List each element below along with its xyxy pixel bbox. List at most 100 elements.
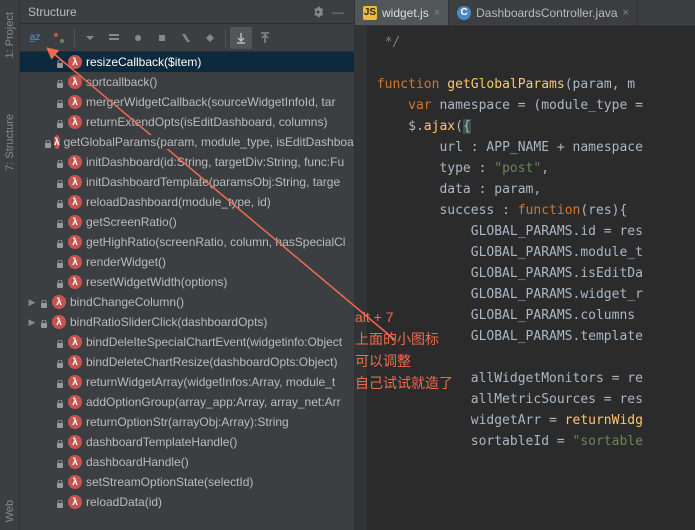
structure-item[interactable]: λrenderWidget() xyxy=(20,252,354,272)
structure-item[interactable]: λreturnOptionStr(arrayObj:Array):String xyxy=(20,412,354,432)
lambda-icon: λ xyxy=(68,275,82,289)
structure-item[interactable]: λgetGlobalParams(param, module_type, isE… xyxy=(20,132,354,152)
lock-icon xyxy=(56,57,66,67)
lock-icon xyxy=(56,97,66,107)
lock-icon xyxy=(56,237,66,247)
gutter-tab-project[interactable]: 1: Project xyxy=(2,4,18,66)
lock-icon xyxy=(44,137,52,147)
structure-tree[interactable]: λresizeCallback($item)λsortcallback()λme… xyxy=(20,52,354,530)
structure-item[interactable]: λ initDashboard(id:String, targetDiv:Stri… xyxy=(20,152,354,172)
gutter-tab-structure[interactable]: 7: Structure xyxy=(2,106,18,179)
expand-arrow-icon xyxy=(42,196,54,208)
editor-gutter xyxy=(355,26,367,530)
tab-widget-js[interactable]: JS widget.js × xyxy=(355,0,449,25)
lambda-icon: λ xyxy=(68,95,82,109)
close-icon[interactable]: × xyxy=(623,7,629,19)
structure-item-label: reloadDashboard(module_type, id) xyxy=(86,195,271,209)
expand-arrow-icon xyxy=(42,96,54,108)
structure-item[interactable]: λbindDeleIteSpecialChartEvent(widgetinfo… xyxy=(20,332,354,352)
lock-icon xyxy=(56,77,66,87)
lock-icon xyxy=(56,457,66,467)
lock-icon xyxy=(56,197,66,207)
lock-icon xyxy=(56,417,66,427)
lock-icon xyxy=(56,357,66,367)
structure-item[interactable]: λreloadDashboard(module_type, id) xyxy=(20,192,354,212)
lock-icon xyxy=(56,377,66,387)
code-editor[interactable]: */ function getGlobalParams(param, m var… xyxy=(355,26,695,530)
show-anon-icon[interactable] xyxy=(151,27,173,49)
expand-arrow-icon xyxy=(42,276,54,288)
structure-item[interactable]: λmergerWidgetCallback(sourceWidgetInfoId… xyxy=(20,92,354,112)
expand-arrow-icon[interactable]: ▶ xyxy=(26,296,38,308)
lambda-icon: λ xyxy=(68,175,82,189)
structure-item[interactable]: λaddOptionGroup(array_app:Array, array_n… xyxy=(20,392,354,412)
show-lambda-icon[interactable] xyxy=(175,27,197,49)
autoscroll-to-icon[interactable] xyxy=(230,27,252,49)
sort-visibility-icon[interactable] xyxy=(48,27,70,49)
sort-alpha-icon[interactable]: a̲z xyxy=(24,27,46,49)
autoscroll-from-icon[interactable] xyxy=(254,27,276,49)
expand-arrow-icon[interactable]: ▶ xyxy=(26,316,38,328)
expand-arrow-icon xyxy=(42,436,54,448)
expand-icon[interactable] xyxy=(79,27,101,49)
structure-item-label: dashboardTemplateHandle() xyxy=(86,435,237,449)
structure-item[interactable]: λsortcallback() xyxy=(20,72,354,92)
show-inherited-icon[interactable] xyxy=(127,27,149,49)
structure-item-label: returnWidgetArray(widgetInfos:Array, mod… xyxy=(86,375,335,389)
tab-dashboards-controller[interactable]: C DashboardsController.java × xyxy=(449,0,638,25)
lambda-icon: λ xyxy=(52,295,66,309)
show-fields-icon[interactable] xyxy=(103,27,125,49)
structure-item[interactable]: λresizeCallback($item) xyxy=(20,52,354,72)
gutter-tab-web[interactable]: Web xyxy=(2,492,18,530)
structure-item-label: dashboardHandle() xyxy=(86,455,189,469)
expand-arrow-icon xyxy=(42,216,54,228)
lock-icon xyxy=(40,297,50,307)
expand-arrow-icon xyxy=(42,156,54,168)
structure-item[interactable]: λgetScreenRatio() xyxy=(20,212,354,232)
lambda-icon: λ xyxy=(68,115,82,129)
close-icon[interactable]: × xyxy=(434,7,440,19)
lambda-icon: λ xyxy=(68,215,82,229)
structure-item[interactable]: λdashboardTemplateHandle() xyxy=(20,432,354,452)
lock-icon xyxy=(40,317,50,327)
structure-item-label: returnOptionStr(arrayObj:Array):String xyxy=(86,415,289,429)
hide-icon[interactable]: — xyxy=(330,4,346,20)
lambda-icon: λ xyxy=(68,255,82,269)
structure-item-label: getHighRatio(screenRatio, column, hasSpe… xyxy=(86,235,345,249)
gear-icon[interactable] xyxy=(310,4,326,20)
structure-item[interactable]: ▶λbindChangeColumn() xyxy=(20,292,354,312)
structure-item[interactable]: λresetWidgetWidth(options) xyxy=(20,272,354,292)
lambda-icon: λ xyxy=(68,75,82,89)
structure-header: Structure — xyxy=(20,0,354,24)
lambda-icon: λ xyxy=(68,455,82,469)
lambda-icon: λ xyxy=(68,355,82,369)
structure-item[interactable]: λreloadData(id) xyxy=(20,492,354,512)
js-file-icon: JS xyxy=(363,6,377,20)
expand-arrow-icon xyxy=(42,56,54,68)
structure-item-label: initDashboard(id:String, targetDiv:Strin… xyxy=(86,155,344,169)
structure-item[interactable]: λ getHighRatio(screenRatio, column, hasSp… xyxy=(20,232,354,252)
lambda-icon: λ xyxy=(68,375,82,389)
structure-item[interactable]: λinitDashboardTemplate(paramsObj:String,… xyxy=(20,172,354,192)
structure-item[interactable]: λ dashboardHandle() xyxy=(20,452,354,472)
structure-item-label: addOptionGroup(array_app:Array, array_ne… xyxy=(86,395,341,409)
lambda-icon: λ xyxy=(52,315,66,329)
lock-icon xyxy=(56,397,66,407)
expand-arrow-icon xyxy=(42,356,54,368)
lambda-icon: λ xyxy=(68,235,82,249)
lock-icon xyxy=(56,477,66,487)
structure-item[interactable]: λreturnExtendOpts(isEditDashboard, colum… xyxy=(20,112,354,132)
scope-icon[interactable] xyxy=(199,27,221,49)
lambda-icon: λ xyxy=(68,155,82,169)
lock-icon xyxy=(56,437,66,447)
structure-item[interactable]: λbindDeleteChartResize(dashboardOpts:Obj… xyxy=(20,352,354,372)
structure-item[interactable]: λ returnWidgetArray(widgetInfos:Array, mo… xyxy=(20,372,354,392)
structure-item[interactable]: λsetStreamOptionState(selectId) xyxy=(20,472,354,492)
expand-arrow-icon xyxy=(42,256,54,268)
expand-arrow-icon xyxy=(42,456,54,468)
expand-arrow-icon xyxy=(42,236,54,248)
expand-arrow-icon xyxy=(42,396,54,408)
expand-arrow-icon xyxy=(42,496,54,508)
structure-item[interactable]: ▶λbindRatioSliderClick(dashboardOpts) xyxy=(20,312,354,332)
expand-arrow-icon xyxy=(42,416,54,428)
